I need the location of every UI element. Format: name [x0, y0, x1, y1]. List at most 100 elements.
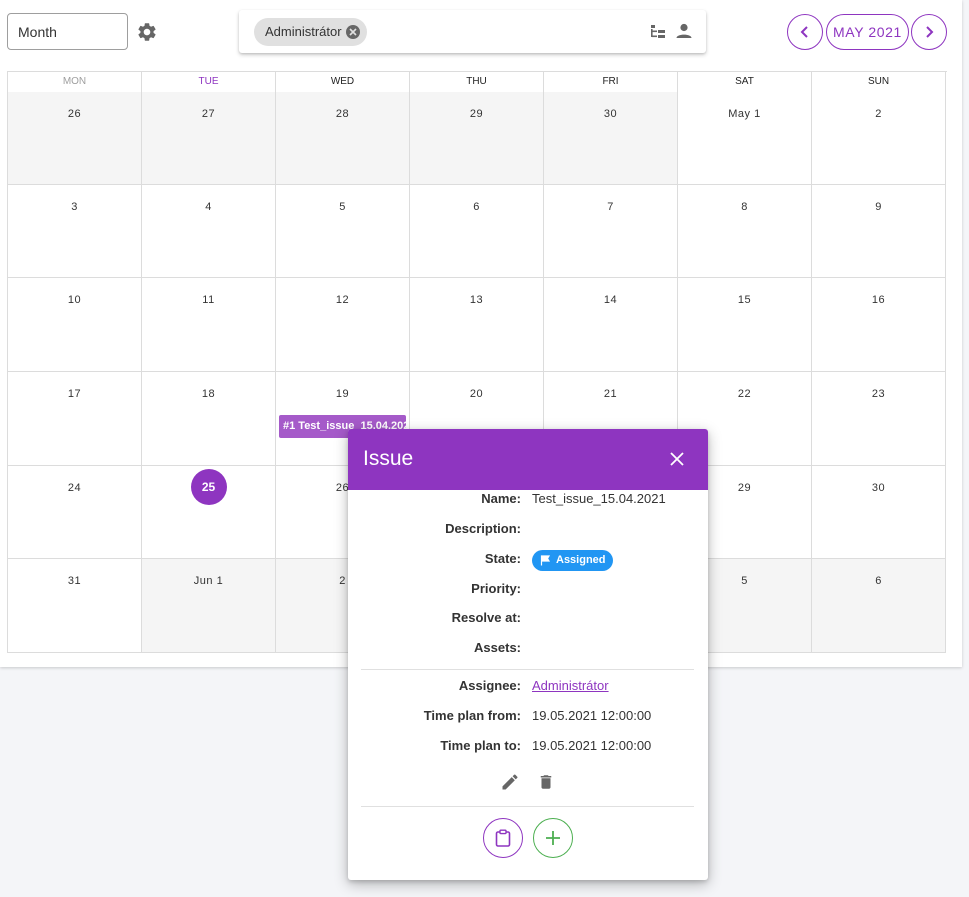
- day-cell[interactable]: 6: [812, 559, 946, 653]
- assignee-link[interactable]: Administrátor: [532, 678, 609, 693]
- day-cell[interactable]: May 1: [678, 92, 812, 185]
- time-plan-to-label: Time plan to:: [440, 738, 521, 753]
- weekday-header: SAT: [678, 72, 812, 92]
- day-cell[interactable]: 6: [410, 185, 544, 278]
- day-cell[interactable]: 13: [410, 278, 544, 372]
- day-number: 22: [737, 388, 752, 400]
- day-cell[interactable]: 31: [8, 559, 142, 653]
- chip-remove-icon[interactable]: [346, 25, 360, 39]
- today-indicator: 25: [190, 469, 227, 505]
- day-cell[interactable]: 14: [544, 278, 678, 372]
- day-cell[interactable]: 18: [142, 372, 276, 466]
- day-cell[interactable]: 17: [8, 372, 142, 466]
- day-number: 15: [737, 294, 752, 306]
- day-cell[interactable]: 28: [276, 92, 410, 185]
- divider: [361, 806, 694, 807]
- filter-bar: Administrátor: [239, 10, 706, 53]
- day-number: May 1: [728, 108, 761, 120]
- priority-label: Priority:: [471, 581, 521, 596]
- hierarchy-icon[interactable]: [649, 22, 667, 45]
- current-month-button[interactable]: MAY 2021: [826, 14, 909, 50]
- day-cell[interactable]: 23: [812, 372, 946, 466]
- day-number: 9: [875, 201, 882, 213]
- day-cell[interactable]: 29: [410, 92, 544, 185]
- weekday-header: WED: [276, 72, 410, 92]
- day-cell[interactable]: 3: [8, 185, 142, 278]
- day-number: 19: [335, 388, 350, 400]
- day-number: 26: [67, 108, 82, 120]
- day-cell[interactable]: 30: [812, 466, 946, 559]
- popup-header: Issue: [348, 429, 708, 490]
- weekday-header: MON: [8, 72, 142, 92]
- clipboard-icon: [495, 829, 511, 847]
- day-number: 28: [335, 108, 350, 120]
- filter-chip[interactable]: Administrátor: [254, 18, 367, 46]
- weekday-header: FRI: [544, 72, 678, 92]
- status-badge-label: Assigned: [556, 554, 606, 566]
- day-cell[interactable]: 25: [142, 466, 276, 559]
- day-number: 12: [335, 294, 350, 306]
- time-plan-from-label: Time plan from:: [423, 708, 521, 723]
- day-number: Jun 1: [193, 575, 224, 587]
- day-number: 8: [741, 201, 748, 213]
- day-number: 3: [71, 201, 78, 213]
- day-cell[interactable]: 16: [812, 278, 946, 372]
- day-number: 6: [473, 201, 480, 213]
- day-number: 30: [871, 482, 886, 494]
- day-number: 23: [871, 388, 886, 400]
- status-badge: Assigned: [532, 550, 613, 571]
- popup-title: Issue: [363, 447, 414, 470]
- day-cell[interactable]: 30: [544, 92, 678, 185]
- chevron-left-icon: [800, 26, 808, 38]
- weekday-header: TUE: [142, 72, 276, 92]
- day-number: 20: [469, 388, 484, 400]
- day-number: 4: [205, 201, 212, 213]
- next-month-button[interactable]: [911, 14, 947, 50]
- day-number: 18: [201, 388, 216, 400]
- day-cell[interactable]: 5: [276, 185, 410, 278]
- divider: [361, 669, 694, 670]
- plus-icon: [546, 831, 560, 845]
- day-number: 10: [67, 294, 82, 306]
- gear-icon[interactable]: [136, 21, 158, 43]
- filter-chip-label: Administrátor: [265, 24, 342, 39]
- time-plan-to-value: 19.05.2021 12:00:00: [532, 738, 652, 753]
- day-number: 29: [469, 108, 484, 120]
- view-mode-select[interactable]: Month: [7, 13, 128, 50]
- assets-label: Assets:: [474, 640, 521, 655]
- day-cell[interactable]: 9: [812, 185, 946, 278]
- trash-icon[interactable]: [537, 772, 555, 797]
- day-cell[interactable]: 10: [8, 278, 142, 372]
- day-number: 21: [603, 388, 618, 400]
- day-cell[interactable]: 4: [142, 185, 276, 278]
- day-number: 16: [871, 294, 886, 306]
- name-value: Test_issue_15.04.2021: [532, 491, 666, 506]
- close-icon[interactable]: [669, 451, 685, 472]
- day-cell[interactable]: 2: [812, 92, 946, 185]
- day-cell[interactable]: 27: [142, 92, 276, 185]
- day-number: 6: [875, 575, 882, 587]
- day-number: 14: [603, 294, 618, 306]
- day-cell[interactable]: 11: [142, 278, 276, 372]
- add-button[interactable]: [533, 818, 573, 858]
- day-cell[interactable]: 7: [544, 185, 678, 278]
- person-icon[interactable]: [675, 22, 693, 45]
- day-number: 24: [67, 482, 82, 494]
- day-number: 31: [67, 575, 82, 587]
- day-cell[interactable]: Jun 1: [142, 559, 276, 653]
- day-number: 27: [201, 108, 216, 120]
- weekday-header: SUN: [812, 72, 946, 92]
- day-number: 5: [339, 201, 346, 213]
- day-number: 11: [202, 294, 215, 306]
- day-cell[interactable]: 15: [678, 278, 812, 372]
- clipboard-button[interactable]: [483, 818, 523, 858]
- day-cell[interactable]: 8: [678, 185, 812, 278]
- day-number: 30: [603, 108, 618, 120]
- day-number: 13: [469, 294, 484, 306]
- edit-icon[interactable]: [500, 772, 520, 797]
- day-number: 7: [607, 201, 614, 213]
- day-cell[interactable]: 24: [8, 466, 142, 559]
- day-cell[interactable]: 26: [8, 92, 142, 185]
- prev-month-button[interactable]: [787, 14, 823, 50]
- day-cell[interactable]: 12: [276, 278, 410, 372]
